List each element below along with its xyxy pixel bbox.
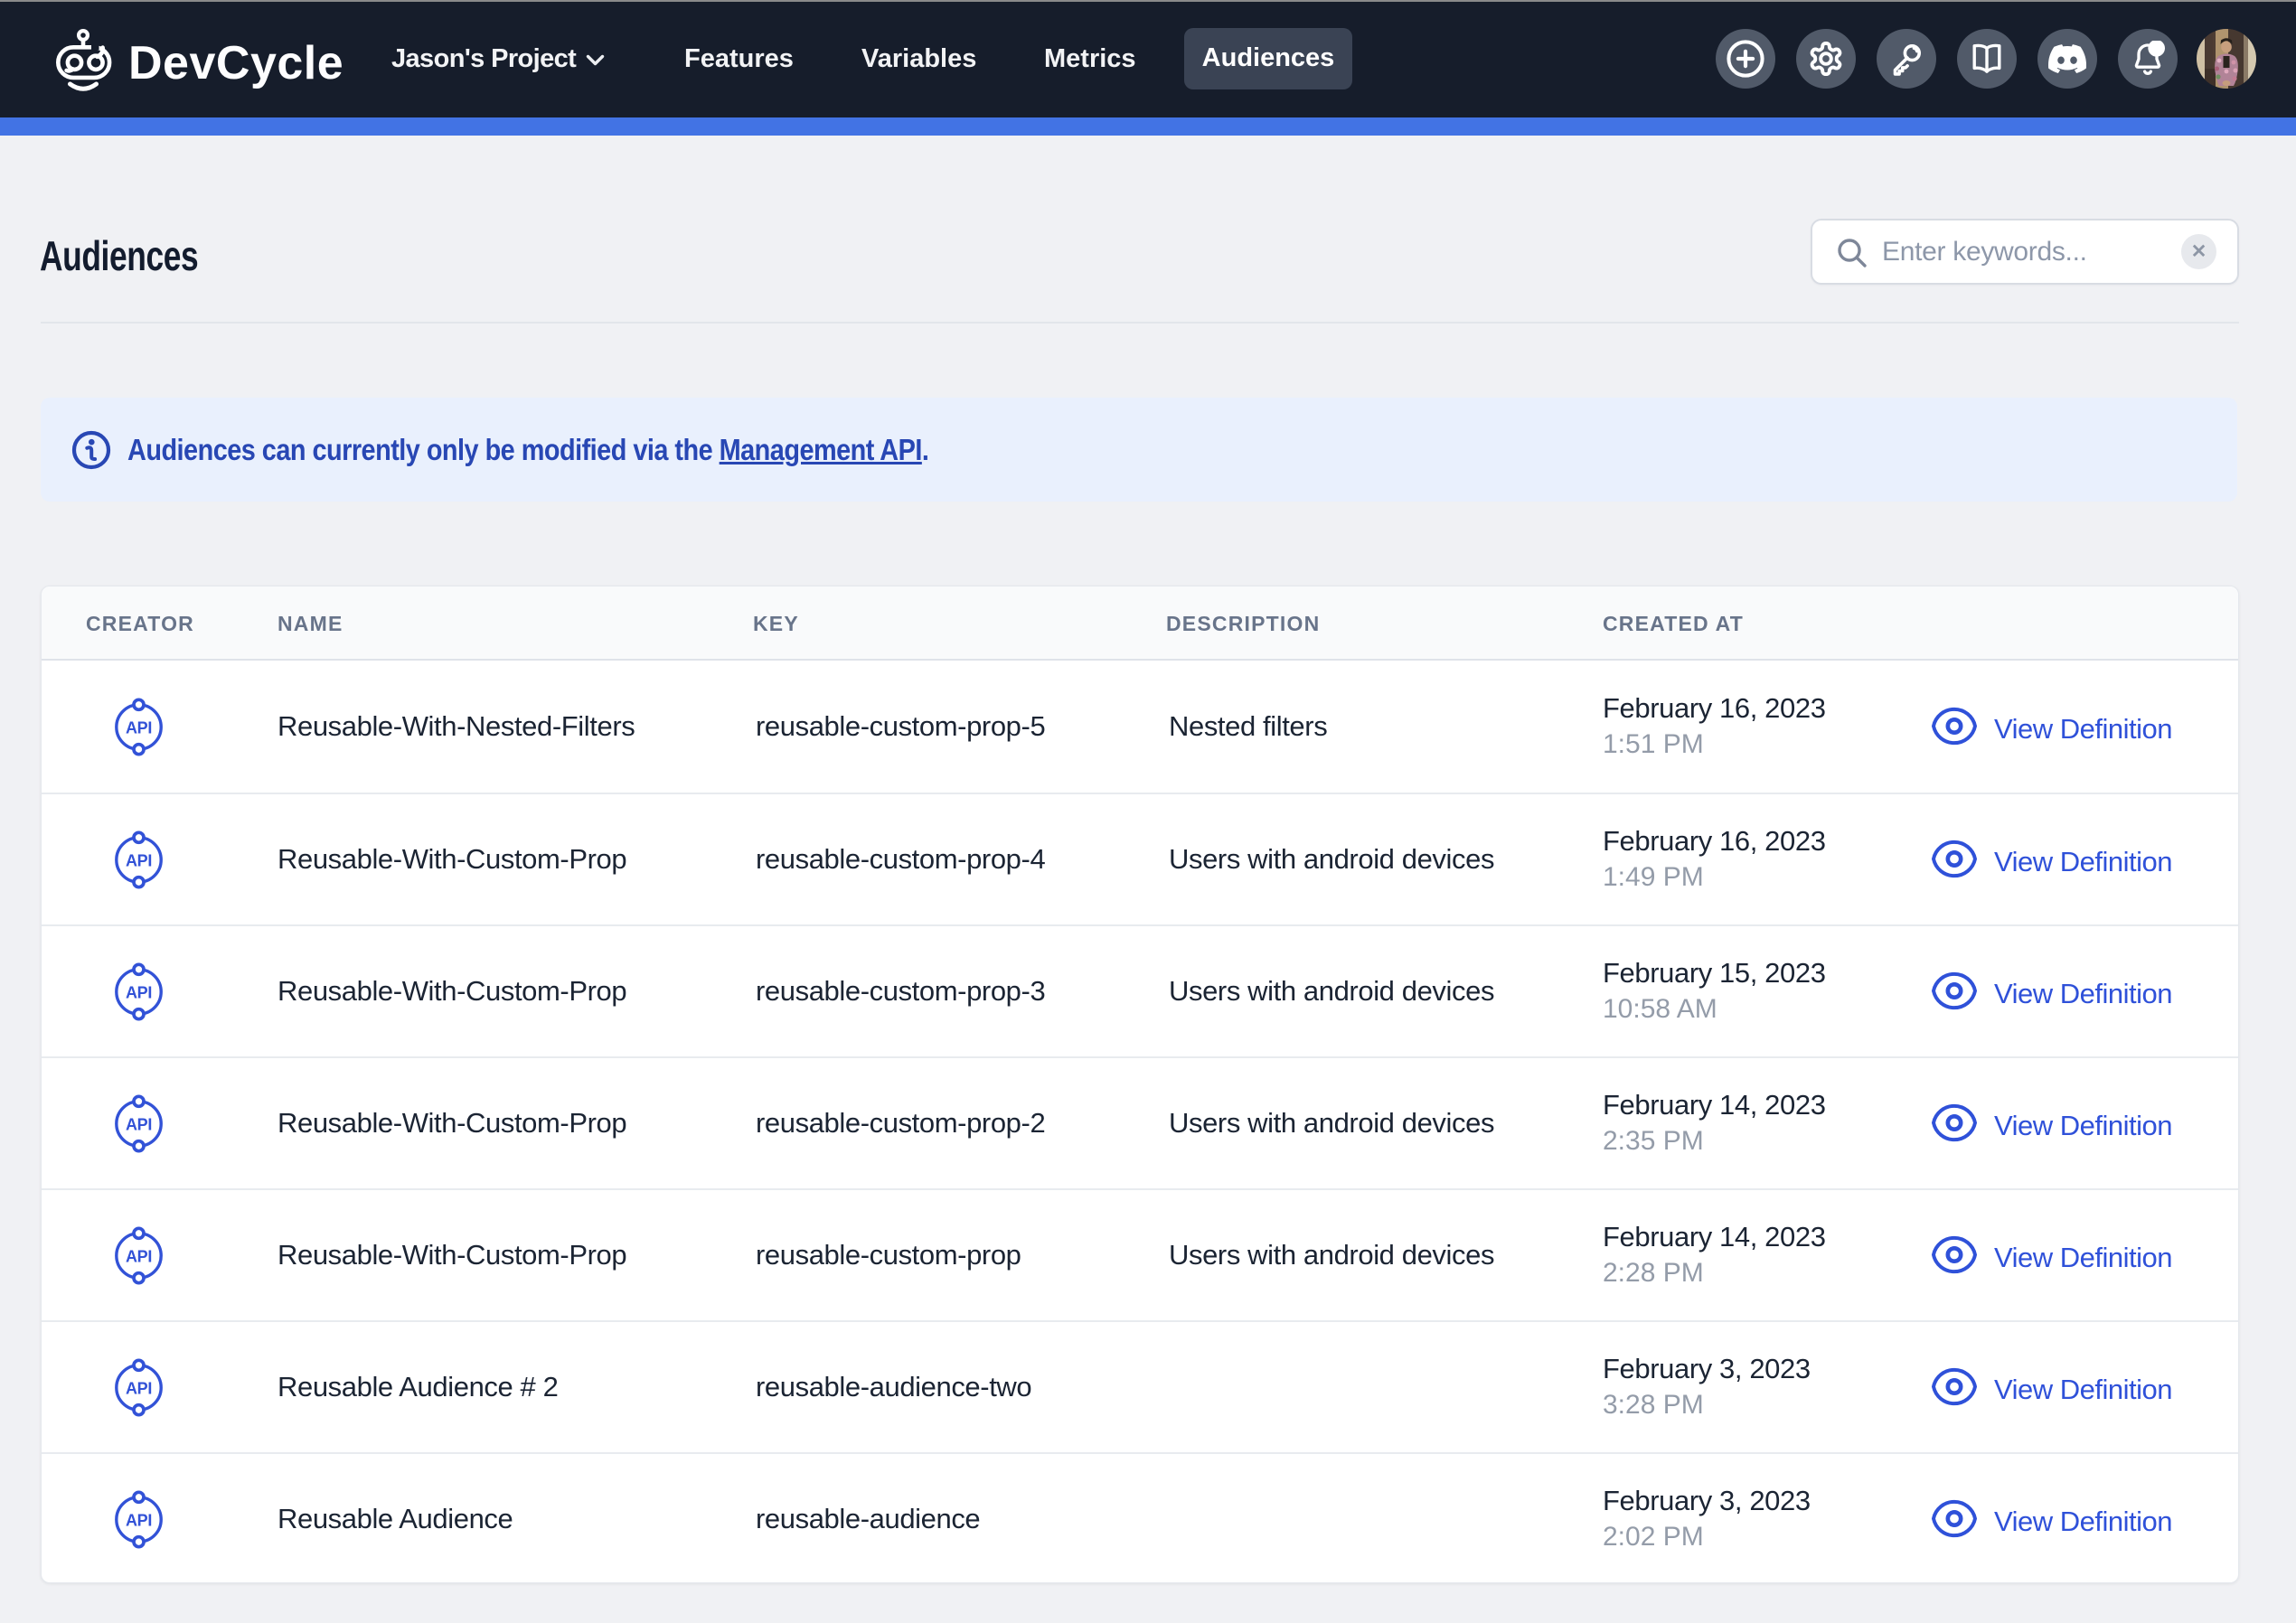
svg-text:API: API (126, 1248, 152, 1266)
svg-text:API: API (126, 984, 152, 1002)
svg-text:API: API (126, 1380, 152, 1398)
svg-text:API: API (126, 1116, 152, 1134)
svg-text:API: API (126, 719, 152, 737)
svg-text:API: API (126, 1512, 152, 1530)
svg-text:API: API (126, 852, 152, 870)
